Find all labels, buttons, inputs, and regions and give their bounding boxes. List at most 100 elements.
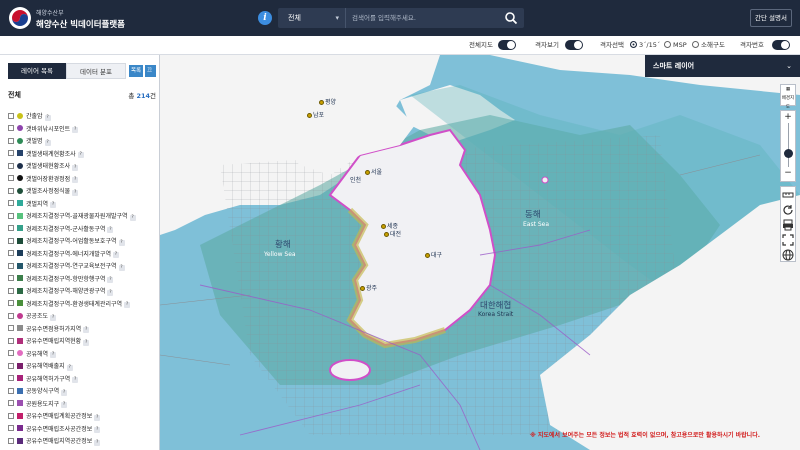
help-icon[interactable]: ?: [77, 152, 84, 158]
search-input[interactable]: [352, 8, 492, 28]
layer-item[interactable]: 경제조치결정구역-골재광물자원개발구역?: [8, 211, 158, 224]
layer-checkbox[interactable]: [8, 187, 14, 194]
ruler-icon[interactable]: [781, 188, 795, 202]
layer-item[interactable]: 갯벌어장환경정점?: [8, 174, 158, 187]
layer-checkbox[interactable]: [8, 425, 14, 431]
help-icon[interactable]: ?: [107, 277, 114, 283]
layer-item[interactable]: 공유해역배출지?: [8, 361, 158, 374]
help-icon[interactable]: ?: [66, 364, 73, 371]
layer-item[interactable]: 갯벌조사정점식물?: [8, 186, 158, 199]
globe-icon[interactable]: [781, 248, 795, 262]
layer-checkbox[interactable]: [8, 300, 14, 306]
layer-checkbox[interactable]: [8, 225, 14, 231]
zoom-out-button[interactable]: −: [781, 167, 795, 179]
layer-checkbox[interactable]: [8, 212, 14, 219]
layer-item[interactable]: 공유수면매립계획공간정보?: [8, 411, 158, 424]
layer-item[interactable]: 갯벌명?: [8, 136, 158, 149]
help-icon[interactable]: ?: [44, 114, 51, 121]
layer-checkbox[interactable]: [8, 375, 14, 381]
grid-option-minesweep[interactable]: 소해구도: [692, 36, 725, 55]
layer-item[interactable]: 간출암?: [8, 111, 158, 124]
help-icon[interactable]: ?: [107, 227, 114, 233]
help-icon[interactable]: ?: [72, 189, 79, 196]
layer-checkbox[interactable]: [8, 275, 14, 281]
layer-checkbox[interactable]: [8, 337, 14, 344]
full-map-toggle[interactable]: [498, 40, 516, 50]
layer-checkbox[interactable]: [8, 162, 14, 169]
label-gwangju[interactable]: 광주: [360, 283, 377, 292]
print-icon[interactable]: [781, 218, 795, 232]
label-incheon[interactable]: 인천: [350, 175, 361, 184]
grid-number-toggle[interactable]: [772, 40, 790, 50]
fullscreen-icon[interactable]: [781, 233, 795, 247]
layer-checkbox[interactable]: [8, 350, 14, 356]
label-daejeon[interactable]: 대전: [384, 229, 401, 238]
refresh-icon[interactable]: [781, 203, 795, 217]
layer-checkbox[interactable]: [8, 325, 14, 331]
help-icon[interactable]: ?: [94, 439, 101, 446]
smart-layer-header[interactable]: 스마트 레이어 ⌄: [645, 55, 800, 77]
tab-data-distribution[interactable]: 데이터 분포: [66, 63, 126, 79]
layer-checkbox[interactable]: [8, 437, 14, 444]
layer-item[interactable]: 갯바위낚시포인트?: [8, 124, 158, 137]
help-icon[interactable]: ?: [118, 264, 125, 271]
help-icon[interactable]: ?: [44, 139, 51, 146]
layer-checkbox[interactable]: [8, 112, 14, 119]
layer-item[interactable]: 공유수면점용허가지역?: [8, 324, 158, 337]
help-icon[interactable]: ?: [61, 402, 68, 408]
label-seoul[interactable]: 서울: [365, 167, 382, 176]
layer-item[interactable]: 경제조치결정구역-환경생태계관리구역?: [8, 299, 158, 312]
layer-item[interactable]: 경제조치결정구역-어업활동보호구역?: [8, 236, 158, 249]
help-icon[interactable]: ?: [112, 252, 119, 258]
layer-item[interactable]: 갯벌생태계현황조사?: [8, 149, 158, 162]
help-icon[interactable]: ?: [94, 414, 101, 421]
layer-item[interactable]: 경제조치결정구역-에너지개발구역?: [8, 249, 158, 262]
help-icon[interactable]: ?: [50, 352, 57, 358]
turn-off-button[interactable]: 끄기: [145, 65, 156, 86]
guide-button[interactable]: 간단 설명서: [750, 9, 792, 27]
layer-checkbox[interactable]: [8, 125, 14, 131]
help-icon[interactable]: ?: [72, 127, 79, 133]
zoom-slider[interactable]: [781, 123, 795, 167]
layer-checkbox[interactable]: [8, 400, 14, 406]
help-icon[interactable]: ?: [72, 377, 79, 383]
layer-item[interactable]: 공유해역허가구역?: [8, 374, 158, 387]
layer-item[interactable]: 경제조치결정구역-항만항행구역?: [8, 274, 158, 287]
layer-checkbox[interactable]: [8, 175, 14, 181]
layer-item[interactable]: 갯벌생태현황조사?: [8, 161, 158, 174]
help-icon[interactable]: ?: [61, 389, 68, 396]
layer-item[interactable]: 경제조치결정구역-군사활동구역?: [8, 224, 158, 237]
layer-item[interactable]: 공유수면매립조사공간정보?: [8, 424, 158, 437]
layer-checkbox[interactable]: [8, 362, 14, 369]
help-icon[interactable]: ?: [72, 177, 79, 183]
layer-checkbox[interactable]: [8, 200, 14, 206]
info-icon[interactable]: i: [258, 11, 272, 25]
layer-item[interactable]: 공유해역?: [8, 349, 158, 362]
layer-checkbox[interactable]: [8, 237, 14, 244]
help-icon[interactable]: ?: [107, 289, 114, 296]
layer-item[interactable]: 경제조치결정구역-해양관광구역?: [8, 286, 158, 299]
list-button[interactable]: 목록: [129, 65, 144, 77]
grid-view-toggle[interactable]: [565, 40, 583, 50]
help-icon[interactable]: ?: [72, 164, 79, 171]
help-icon[interactable]: ?: [94, 427, 101, 433]
layer-item[interactable]: 공유수면매립지역현황?: [8, 336, 158, 349]
zoom-handle[interactable]: [784, 149, 793, 158]
layer-checkbox[interactable]: [8, 287, 14, 294]
layer-checkbox[interactable]: [8, 262, 14, 269]
label-nampo[interactable]: 남포: [307, 110, 324, 119]
layer-item[interactable]: 공동양식구역?: [8, 386, 158, 399]
layer-checkbox[interactable]: [8, 387, 14, 394]
tab-layer-list[interactable]: 레이어 목록: [8, 63, 66, 79]
help-icon[interactable]: ?: [50, 314, 57, 321]
help-icon[interactable]: ?: [50, 202, 57, 208]
layer-item[interactable]: 경제조치결정구역-연구교육보전구역?: [8, 261, 158, 274]
layer-item[interactable]: 공유수면매립지역공간정보?: [8, 436, 158, 449]
grid-option-msp[interactable]: MSP: [664, 36, 687, 55]
government-logo-icon[interactable]: [8, 6, 32, 30]
layer-checkbox[interactable]: [8, 250, 14, 256]
help-icon[interactable]: ?: [83, 339, 90, 346]
platform-title[interactable]: 해양수산 빅데이터플랫폼: [36, 18, 125, 30]
label-daegu[interactable]: 대구: [425, 250, 442, 259]
help-icon[interactable]: ?: [124, 302, 131, 308]
